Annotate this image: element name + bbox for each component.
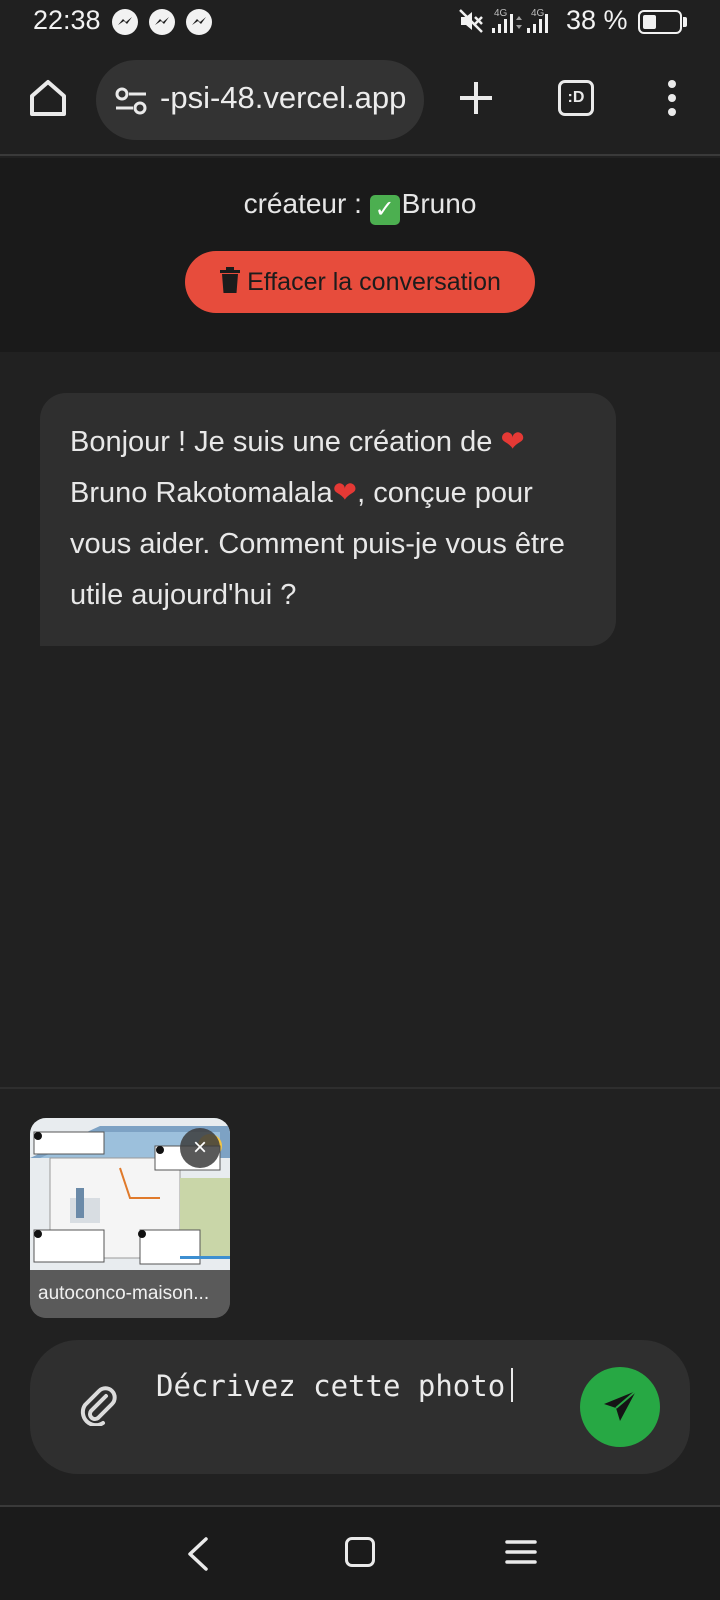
- attachment-filename: autoconco-maison...: [30, 1270, 230, 1318]
- messenger-icon: [186, 9, 212, 35]
- home-square-icon[interactable]: [345, 1537, 375, 1567]
- bot-message: Bonjour ! Je suis une création de ❤ Brun…: [40, 393, 616, 646]
- home-icon[interactable]: [26, 76, 70, 120]
- heart-icon: ❤: [332, 477, 358, 509]
- message-list: Bonjour ! Je suis une création de ❤ Brun…: [0, 352, 720, 1087]
- chat-header: créateur : ✓ Bruno Effacer la conversatio…: [0, 158, 720, 352]
- trash-icon: [219, 254, 241, 316]
- clear-conversation-button[interactable]: Effacer la conversation: [185, 251, 535, 313]
- clear-conversation-label: Effacer la conversation: [247, 268, 501, 296]
- system-navigation-bar: [0, 1507, 720, 1600]
- text-caret: [511, 1368, 514, 1402]
- recent-apps-icon[interactable]: [505, 1537, 537, 1572]
- attachment-preview[interactable]: × autoconco-maison...: [30, 1118, 230, 1318]
- battery-percent: 38 %: [566, 5, 628, 35]
- send-button[interactable]: [580, 1367, 660, 1447]
- creator-line: créateur : ✓ Bruno: [0, 188, 720, 225]
- status-bar: 22:38 4G 4G 38 %: [0, 0, 720, 46]
- composer: Décrivez cette photo: [30, 1340, 690, 1474]
- browser-toolbar: -psi-48.vercel.app :D: [0, 46, 720, 156]
- mute-icon: [458, 8, 484, 39]
- signal-icon: 4G: [527, 8, 553, 41]
- tab-switcher-icon[interactable]: :D: [558, 80, 594, 116]
- battery-icon: [638, 10, 682, 34]
- plus-icon[interactable]: [456, 78, 496, 118]
- creator-name: Bruno: [401, 188, 477, 219]
- message-text: Bonjour ! Je suis une création de: [70, 426, 501, 458]
- remove-attachment-button[interactable]: ×: [180, 1128, 220, 1168]
- messenger-icon: [112, 9, 138, 35]
- check-mark-icon: ✓: [369, 195, 400, 225]
- message-input[interactable]: Décrivez cette photo: [156, 1368, 596, 1418]
- address-bar[interactable]: -psi-48.vercel.app: [96, 60, 424, 140]
- send-icon: [604, 1390, 637, 1421]
- paperclip-icon[interactable]: [76, 1382, 120, 1431]
- message-text: Bruno Rakotomalala: [70, 477, 333, 509]
- creator-prefix: créateur :: [243, 188, 370, 219]
- heart-icon: ❤: [500, 426, 525, 458]
- more-vert-icon[interactable]: [662, 76, 682, 120]
- message-input-value: Décrivez cette photo: [156, 1369, 506, 1403]
- site-settings-icon[interactable]: [114, 86, 148, 121]
- signal-icon: 4G: [492, 8, 522, 41]
- messenger-icon: [149, 9, 175, 35]
- url-text: -psi-48.vercel.app: [160, 80, 407, 115]
- battery-tip: [683, 17, 687, 27]
- status-time: 22:38: [33, 5, 101, 35]
- back-icon[interactable]: [186, 1537, 210, 1576]
- divider: [0, 1087, 720, 1089]
